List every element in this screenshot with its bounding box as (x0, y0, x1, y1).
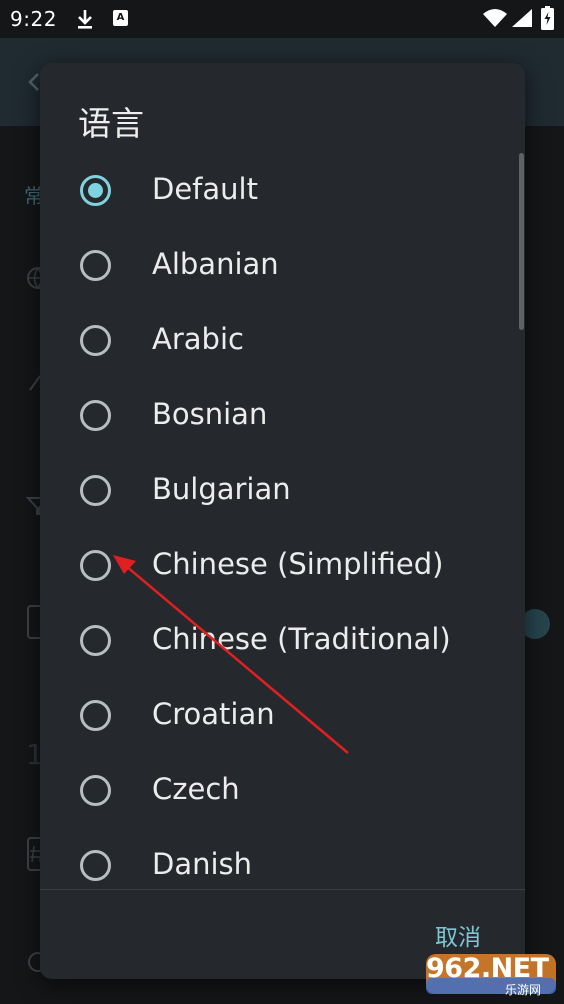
status-time: 9:22 (10, 7, 57, 31)
radio-button[interactable] (80, 250, 111, 281)
language-option-bosnian[interactable]: Bosnian (40, 378, 525, 453)
option-label: Bosnian (152, 397, 268, 431)
language-option-czech[interactable]: Czech (40, 753, 525, 828)
language-dialog: 语言 Default Albanian Arabic Bosnian Bulga… (40, 63, 525, 979)
option-label: Albanian (152, 247, 279, 281)
language-list[interactable]: Default Albanian Arabic Bosnian Bulgaria… (40, 153, 525, 889)
language-option-albanian[interactable]: Albanian (40, 228, 525, 303)
watermark-subtext: 乐游网 (505, 983, 542, 997)
signal-icon (512, 9, 532, 27)
radio-button[interactable] (80, 550, 111, 581)
divider (40, 889, 525, 890)
wifi-icon (483, 9, 507, 27)
option-label: Danish (152, 847, 253, 881)
radio-button[interactable] (80, 325, 111, 356)
radio-button[interactable] (80, 475, 111, 506)
language-option-danish[interactable]: Danish (40, 828, 525, 889)
radio-button[interactable] (80, 775, 111, 806)
radio-button[interactable] (80, 625, 111, 656)
battery-icon (541, 6, 554, 30)
a-notification-icon: A (113, 10, 128, 26)
dialog-title: 语言 (78, 104, 144, 143)
option-label: Chinese (Traditional) (152, 622, 451, 656)
radio-button[interactable] (80, 400, 111, 431)
option-label: Default (152, 172, 258, 206)
language-option-chinese-simplified[interactable]: Chinese (Simplified) (40, 528, 525, 603)
watermark-text: 962.NET (426, 953, 549, 984)
radio-button[interactable] (80, 700, 111, 731)
download-icon (78, 10, 92, 29)
radio-button[interactable] (80, 850, 111, 881)
language-option-bulgarian[interactable]: Bulgarian (40, 453, 525, 528)
radio-button-selected[interactable] (80, 175, 111, 206)
option-label: Croatian (152, 697, 275, 731)
language-option-croatian[interactable]: Croatian (40, 678, 525, 753)
option-label: Arabic (152, 322, 244, 356)
language-option-default[interactable]: Default (40, 153, 525, 228)
status-bar: 9:22 A (0, 0, 564, 38)
option-label: Bulgarian (152, 472, 291, 506)
option-label: Czech (152, 772, 240, 806)
scrollbar[interactable] (519, 153, 524, 330)
language-option-arabic[interactable]: Arabic (40, 303, 525, 378)
language-option-chinese-traditional[interactable]: Chinese (Traditional) (40, 603, 525, 678)
option-label: Chinese (Simplified) (152, 547, 444, 581)
